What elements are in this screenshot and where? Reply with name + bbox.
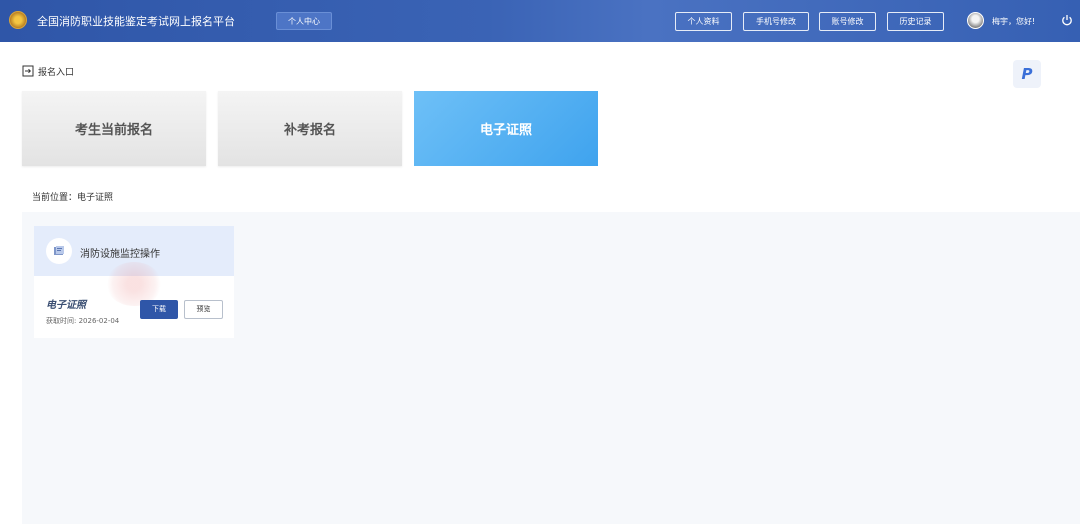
certificate-card: 消防设施监控操作 电子证照 获取时间: 2026-02-04 下载 预览	[34, 226, 234, 338]
user-greeting: 梅宇，您好!	[992, 17, 1036, 26]
entry-icon	[22, 65, 34, 77]
entry-label: 报名入口	[38, 67, 75, 78]
avatar[interactable]	[967, 12, 984, 29]
power-icon[interactable]	[1061, 14, 1073, 26]
card-title: 消防设施监控操作	[80, 249, 160, 260]
p-badge-icon[interactable]: P	[1013, 60, 1041, 88]
certificate-icon	[46, 238, 72, 264]
logo-emblem-icon	[9, 11, 27, 29]
personal-center-button[interactable]: 个人中心	[276, 12, 332, 30]
breadcrumb: 当前位置：电子证照	[32, 193, 114, 203]
history-button[interactable]: 历史记录	[887, 12, 944, 31]
obtained-time: 获取时间: 2026-02-04	[46, 317, 120, 325]
entry-heading: 报名入口	[22, 64, 74, 78]
certificate-icon	[54, 246, 64, 255]
tile-makeup-registration[interactable]: 补考报名	[218, 91, 402, 166]
phone-modify-button[interactable]: 手机号修改	[743, 12, 809, 31]
tile-e-certificate[interactable]: 电子证照	[414, 91, 598, 166]
download-button[interactable]: 下载	[140, 300, 178, 319]
account-modify-button[interactable]: 账号修改	[819, 12, 876, 31]
site-title: 全国消防职业技能鉴定考试网上报名平台	[37, 15, 235, 28]
profile-button[interactable]: 个人资料	[675, 12, 732, 31]
top-header: 全国消防职业技能鉴定考试网上报名平台 个人中心 个人资料 手机号修改 账号修改 …	[0, 0, 1080, 42]
certificate-label: 电子证照	[46, 300, 86, 311]
tile-current-registration[interactable]: 考生当前报名	[22, 91, 206, 166]
preview-button[interactable]: 预览	[184, 300, 223, 319]
